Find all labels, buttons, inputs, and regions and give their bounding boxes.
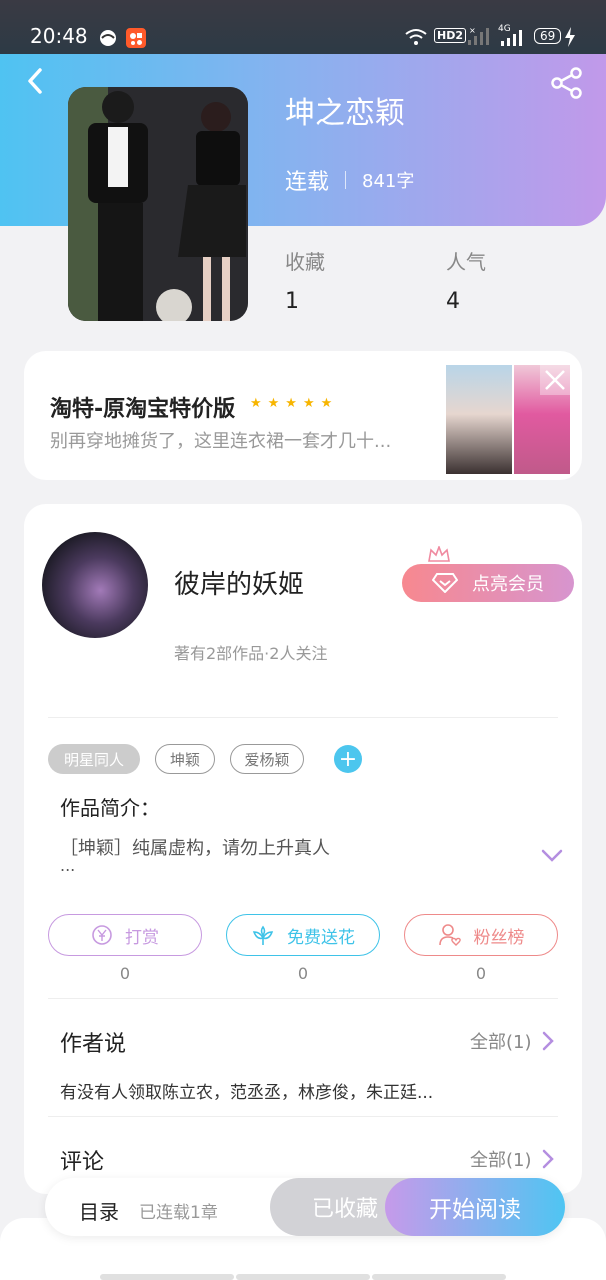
ad-rating-stars: ★★★★★ <box>250 396 339 411</box>
comments-title: 评论 <box>60 1150 105 1175</box>
globe-icon <box>100 30 116 46</box>
tip-count: 0 <box>119 964 131 983</box>
author-says-all-link[interactable]: 全部(1) <box>470 1028 554 1054</box>
author-says-text[interactable]: 有没有人领取陈立农，范丞丞，林彦俊，朱正廷... <box>60 1078 433 1103</box>
send-flower-label: 免费送花 <box>287 927 355 948</box>
status-time: 20:48 <box>30 24 88 48</box>
hd-badge: HD2 <box>434 28 466 43</box>
collected-label: 已收藏 <box>311 1197 378 1222</box>
favorites-label: 收藏 <box>285 250 325 274</box>
signal-icon: × <box>468 26 489 45</box>
wifi-icon <box>405 29 427 45</box>
diamond-icon <box>432 573 458 593</box>
start-reading-button[interactable]: 开始阅读 <box>385 1178 565 1236</box>
add-tag-button[interactable]: + <box>334 745 362 773</box>
fan-count: 0 <box>475 964 487 983</box>
vip-button-label: 点亮会员 <box>472 574 544 595</box>
author-says-title: 作者说 <box>60 1032 127 1057</box>
back-arrow-icon[interactable] <box>22 66 52 96</box>
chevron-right-icon <box>542 1031 554 1051</box>
tip-button-label: 打赏 <box>125 927 159 948</box>
intro-text: ［坤颖］纯属虚构，请勿上升真人 <box>60 838 330 859</box>
book-cover-image[interactable] <box>68 87 248 321</box>
tag-chip[interactable]: 坤颖 <box>155 744 215 774</box>
nav-bar-segment <box>100 1274 234 1280</box>
status-bar: 20:48 HD2 × 4G 69 <box>0 0 606 54</box>
status-divider <box>345 171 347 189</box>
comments-all-link[interactable]: 全部(1) <box>470 1146 554 1172</box>
tag-chip[interactable]: 明星同人 <box>48 744 140 774</box>
close-icon[interactable] <box>540 365 570 395</box>
bottom-action-bar: 目录 已连载1章 已收藏 开始阅读 <box>45 1178 565 1236</box>
divider <box>48 717 558 718</box>
chapter-status: 已连载1章 <box>139 1203 218 1223</box>
user-heart-icon <box>438 924 461 946</box>
ad-image-1[interactable] <box>446 365 512 474</box>
fan-ranking-label: 粉丝榜 <box>473 927 525 948</box>
signal-4g-icon <box>501 30 522 46</box>
favorites-value: 1 <box>285 289 299 314</box>
author-avatar[interactable] <box>42 532 148 638</box>
crown-icon <box>428 546 450 562</box>
app-notification-icon <box>126 28 146 48</box>
toc-button[interactable]: 目录 <box>79 1196 119 1225</box>
share-icon[interactable] <box>550 66 584 100</box>
author-name[interactable]: 彼岸的妖姬 <box>174 564 304 601</box>
send-flower-button[interactable]: 免费送花 <box>226 914 380 956</box>
nav-bar-segment <box>372 1274 506 1280</box>
battery-indicator: 69 <box>534 28 562 44</box>
nav-bar-segment <box>236 1274 370 1280</box>
favorites-stat: 收藏 1 <box>285 246 325 314</box>
tag-chip[interactable]: 爱杨颖 <box>230 744 304 774</box>
svg-text:×: × <box>469 26 476 35</box>
divider <box>48 1116 558 1117</box>
intro-ellipsis: ... <box>60 856 76 875</box>
author-meta: 著有2部作品·2人关注 <box>174 644 328 663</box>
ad-title[interactable]: 淘特-原淘宝特价版 <box>50 391 235 423</box>
divider <box>48 998 558 999</box>
vip-button[interactable]: 点亮会员 <box>402 564 574 602</box>
popularity-stat: 人气 4 <box>446 246 486 314</box>
popularity-label: 人气 <box>446 250 486 274</box>
ad-banner[interactable]: 淘特-原淘宝特价版 ★★★★★ 别再穿地摊货了，这里连衣裙一套才几十... <box>24 351 582 480</box>
chevron-right-icon <box>542 1149 554 1169</box>
flower-count: 0 <box>297 964 309 983</box>
tip-button[interactable]: 打赏 <box>48 914 202 956</box>
word-count: 841字 <box>362 171 415 192</box>
book-status-row: 连载 841字 <box>285 164 414 196</box>
yuan-coin-icon <box>92 925 112 945</box>
fan-ranking-button[interactable]: 粉丝榜 <box>404 914 558 956</box>
intro-label: 作品简介： <box>60 796 160 820</box>
book-title: 坤之恋颖 <box>285 96 405 131</box>
charging-icon <box>565 27 575 47</box>
start-reading-label: 开始阅读 <box>429 1197 521 1223</box>
flower-icon <box>252 925 274 945</box>
popularity-value: 4 <box>446 289 460 314</box>
serial-status: 连载 <box>285 170 330 195</box>
comments-all-label: 全部(1) <box>470 1150 532 1171</box>
chevron-down-icon[interactable] <box>540 848 564 864</box>
ad-description[interactable]: 别再穿地摊货了，这里连衣裙一套才几十... <box>50 427 391 453</box>
book-detail-card: 彼岸的妖姬 著有2部作品·2人关注 点亮会员 明星同人 坤颖 爱杨颖 + 作品简… <box>24 504 582 1194</box>
author-says-all-label: 全部(1) <box>470 1032 532 1053</box>
